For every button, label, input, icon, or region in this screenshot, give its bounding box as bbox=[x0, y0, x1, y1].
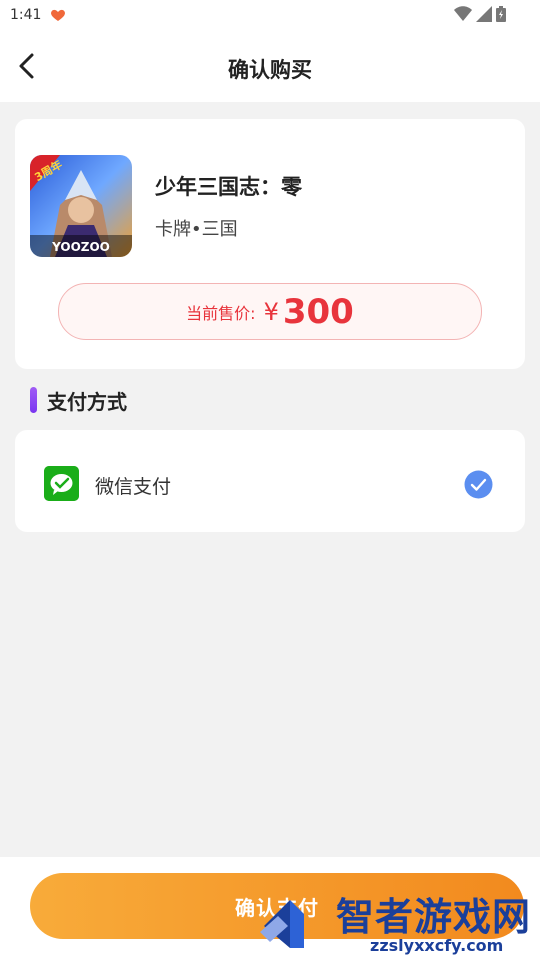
price-box: 当前售价: ¥ 300 bbox=[58, 283, 482, 340]
payment-section-title: 支付方式 bbox=[47, 389, 127, 414]
selected-check-icon[interactable] bbox=[464, 470, 493, 499]
status-bar: 1:41 bbox=[0, 0, 540, 32]
status-indicators bbox=[454, 6, 506, 22]
wechat-pay-icon bbox=[44, 466, 79, 501]
payment-section-header: 支付方式 bbox=[30, 386, 127, 414]
watermark-logo-icon bbox=[260, 900, 304, 948]
product-card: 3周年 YOOZOO 少年三国志：零 卡牌•三国 当前售价: ¥ 300 bbox=[15, 119, 525, 369]
wifi-icon bbox=[454, 6, 472, 21]
payment-method-label: 微信支付 bbox=[95, 476, 172, 498]
nav-bar: 确认购买 bbox=[0, 32, 540, 102]
app-notification-icon bbox=[51, 9, 65, 21]
page-title: 确认购买 bbox=[228, 58, 312, 82]
payment-method-wechat[interactable]: 微信支付 bbox=[15, 430, 525, 532]
game-icon: 3周年 YOOZOO bbox=[30, 155, 132, 257]
watermark-brand: 智者游戏网 bbox=[336, 895, 532, 939]
signal-icon bbox=[476, 6, 492, 22]
site-watermark: 智者游戏网 zzslyxxcfy.com bbox=[260, 884, 540, 960]
section-accent-bar bbox=[30, 387, 37, 413]
icon-brand-text: YOOZOO bbox=[51, 240, 110, 254]
game-tags: 卡牌•三国 bbox=[155, 219, 238, 240]
price-label: 当前售价: bbox=[186, 303, 256, 323]
game-name: 少年三国志：零 bbox=[155, 175, 302, 199]
battery-icon bbox=[496, 6, 506, 22]
price-value: 300 bbox=[282, 291, 354, 332]
currency-symbol: ¥ bbox=[263, 297, 279, 326]
watermark-url: zzslyxxcfy.com bbox=[370, 936, 504, 955]
game-artwork-icon: 3周年 YOOZOO bbox=[30, 155, 132, 257]
status-time: 1:41 bbox=[10, 7, 42, 23]
